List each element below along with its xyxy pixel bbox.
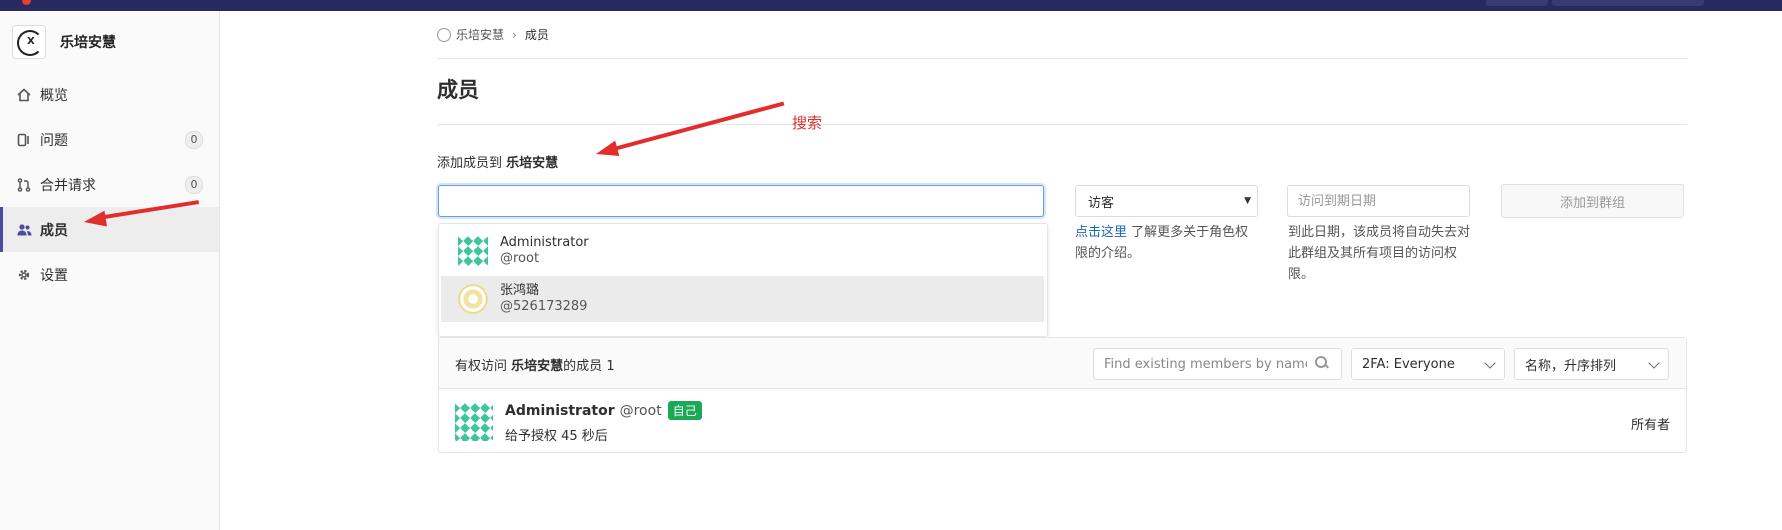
group-name[interactable]: 乐培安慧 xyxy=(60,32,116,52)
member-filter-input[interactable] xyxy=(1093,348,1342,380)
member-row: Administrator @root 自己 给予授权 45 秒后 所有者 xyxy=(439,389,1686,451)
gear-icon xyxy=(16,267,32,283)
sidebar-item-merge-requests[interactable]: 合并请求 0 xyxy=(0,162,219,207)
sidebar-item-label: 合并请求 xyxy=(40,177,96,194)
suggestion-username: @526173289 xyxy=(500,299,588,314)
top-navbar xyxy=(0,0,1782,11)
user-suggestions-dropdown: Administrator @root 张鸿璐 @526173289 xyxy=(438,223,1048,337)
breadcrumb-group-link[interactable]: 乐培安慧 xyxy=(456,26,504,43)
members-panel-title: 有权访问 乐培安慧的成员 1 xyxy=(455,359,615,374)
suggestion-username: @root xyxy=(500,251,540,266)
members-panel-header: 有权访问 乐培安慧的成员 1 2FA: Everyone 名称，升序排列 xyxy=(439,338,1686,389)
members-count: 1 xyxy=(606,359,615,374)
member-name[interactable]: Administrator xyxy=(505,403,615,419)
suggestion-item[interactable]: 张鸿璐 @526173289 xyxy=(441,276,1044,322)
member-role: 所有者 xyxy=(1630,418,1670,433)
members-panel: 有权访问 乐培安慧的成员 1 2FA: Everyone 名称，升序排列 Adm… xyxy=(438,337,1687,453)
user-avatar xyxy=(458,236,488,266)
access-level-select[interactable]: 访客 ▼ xyxy=(1075,185,1258,217)
member-username: @root xyxy=(619,402,662,419)
add-member-label: 添加成员到 乐培安慧 xyxy=(437,156,559,171)
navbar-search[interactable] xyxy=(1552,0,1704,6)
suggestion-name: Administrator xyxy=(500,235,589,250)
sidebar-item-issues[interactable]: 问题 0 xyxy=(0,117,219,162)
caret-down-icon: ▼ xyxy=(1244,196,1251,206)
group-header[interactable]: X 乐培安慧 xyxy=(12,25,116,59)
chevron-right-icon: › xyxy=(512,27,517,42)
access-level-value: 访客 xyxy=(1088,195,1115,211)
group-avatar[interactable]: X xyxy=(12,25,46,59)
sidebar-item-settings[interactable]: 设置 xyxy=(0,252,219,297)
sidebar-item-label: 概览 xyxy=(40,87,68,104)
self-badge: 自己 xyxy=(667,401,702,420)
merge-request-icon xyxy=(16,177,32,193)
merge-requests-count-badge: 0 xyxy=(185,176,203,194)
sidebar-item-label: 成员 xyxy=(40,222,68,239)
suggestion-name: 张鸿璐 xyxy=(500,283,540,298)
navbar-button[interactable] xyxy=(1486,0,1548,6)
sort-dropdown[interactable]: 名称，升序排列 xyxy=(1514,348,1669,380)
annotation-arrow-search xyxy=(609,101,785,152)
breadcrumb-current[interactable]: 成员 xyxy=(525,26,549,43)
sidebar-nav: 概览 问题 0 合并请求 0 成员 设置 xyxy=(0,72,219,297)
home-icon xyxy=(16,87,32,103)
group-avatar-small xyxy=(437,27,451,42)
annotation-label: 搜索 xyxy=(792,114,823,132)
sidebar-item-label: 问题 xyxy=(40,132,68,149)
sidebar-item-overview[interactable]: 概览 xyxy=(0,72,219,117)
annotation-arrow-head xyxy=(593,140,620,162)
divider xyxy=(437,58,1687,59)
expiration-date-help: 到此日期，该成员将自动失去对此群组及其所有项目的访问权限。 xyxy=(1288,225,1471,282)
twofa-filter-dropdown[interactable]: 2FA: Everyone xyxy=(1351,348,1505,380)
chevron-down-icon xyxy=(1484,357,1496,369)
member-granted-time: 给予授权 45 秒后 xyxy=(505,429,608,444)
sidebar-item-label: 设置 xyxy=(40,267,68,284)
breadcrumb: 乐培安慧 › 成员 xyxy=(437,26,549,43)
annotation-arrow-head xyxy=(82,210,107,230)
suggestion-item[interactable]: Administrator @root xyxy=(441,228,1044,274)
user-avatar[interactable] xyxy=(455,403,493,441)
access-level-help: 点击这里 了解更多关于角色权限的介绍。 xyxy=(1075,225,1249,261)
permissions-help-link[interactable]: 点击这里 xyxy=(1075,225,1127,240)
member-search-input[interactable] xyxy=(438,185,1044,217)
page-title: 成员 xyxy=(437,78,479,102)
users-icon xyxy=(16,222,32,238)
sidebar: X 乐培安慧 概览 问题 0 合并请求 0 成员 设置 xyxy=(0,11,220,530)
add-to-group-button[interactable]: 添加到群组 xyxy=(1501,184,1684,218)
user-avatar xyxy=(458,284,488,314)
issues-count-badge: 0 xyxy=(185,131,203,149)
divider xyxy=(437,124,1687,125)
expiration-date-input[interactable] xyxy=(1287,185,1470,217)
chevron-down-icon xyxy=(1648,357,1660,369)
add-member-group-name: 乐培安慧 xyxy=(506,156,559,171)
issues-icon xyxy=(16,132,32,148)
search-icon[interactable] xyxy=(1315,356,1327,368)
gitlab-logo-icon[interactable] xyxy=(22,0,31,5)
